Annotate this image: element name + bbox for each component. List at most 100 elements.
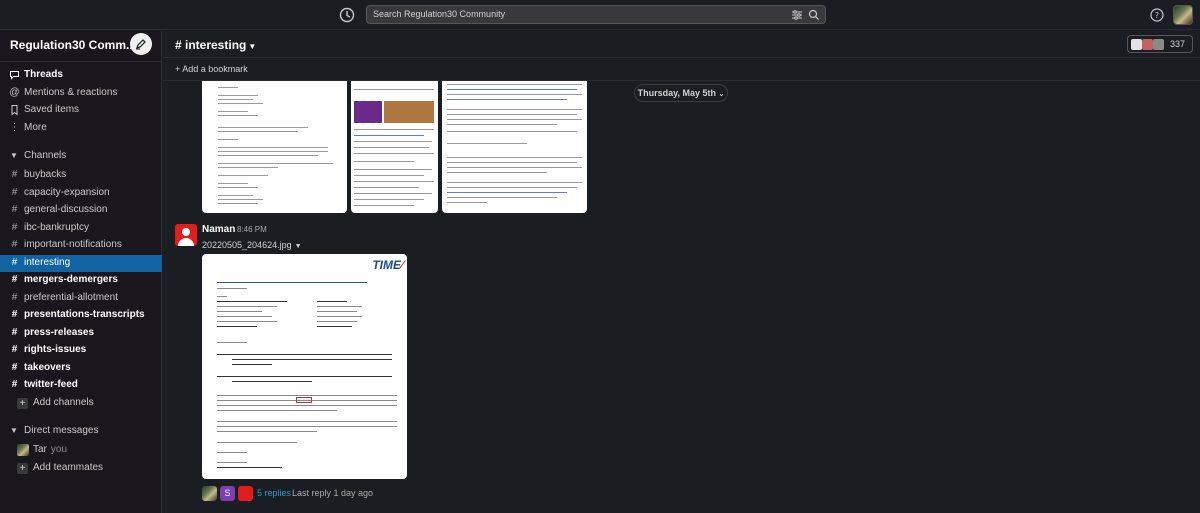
reply-avatar: S	[220, 486, 235, 501]
hash-icon: #	[11, 326, 18, 338]
reply-count-link[interactable]: 5 replies	[257, 488, 291, 498]
hash-icon: #	[11, 239, 18, 250]
hash-icon: #	[11, 344, 18, 355]
sidebar-item-preferential-allotment[interactable]: # preferential-allotment	[0, 290, 162, 308]
you-label: you	[50, 444, 68, 455]
reply-avatar	[202, 486, 217, 501]
member-avatar	[1142, 39, 1153, 50]
sidebar: Regulation30 Comm...▼ Threads @ Mentions…	[0, 31, 162, 513]
highlight-box	[296, 397, 312, 403]
channel-label: twitter-feed	[24, 379, 78, 390]
svg-text:?: ?	[1155, 11, 1159, 20]
add-teammates-label: Add teammates	[33, 462, 104, 473]
sidebar-item-more[interactable]: ⋮ More	[0, 120, 162, 138]
last-reply-text: Last reply 1 day ago	[292, 488, 374, 498]
sidebar-item-press-releases[interactable]: # press-releases	[0, 325, 162, 343]
sidebar-item-general-discussion[interactable]: # general-discussion	[0, 202, 162, 220]
channel-label: rights-issues	[24, 344, 87, 355]
sidebar-item-mergers-demergers[interactable]: # mergers-demergers	[0, 272, 162, 290]
sidebar-item-twitter-feed[interactable]: # twitter-feed	[0, 377, 162, 395]
sidebar-item-saved[interactable]: Saved items	[0, 102, 162, 120]
time-logo: TIME⁄	[372, 258, 403, 272]
article-photo	[384, 101, 434, 123]
top-bar: Search Regulation30 Community ?	[0, 0, 1200, 30]
member-avatar	[1153, 39, 1164, 50]
dm-item-self[interactable]: Tar you	[0, 442, 162, 460]
user-avatar[interactable]	[1173, 5, 1193, 25]
hash-icon: #	[11, 274, 18, 285]
sidebar-item-presentations-transcripts[interactable]: # presentations-transcripts	[0, 307, 162, 325]
hash-icon: #	[11, 204, 18, 215]
search-icon[interactable]	[808, 9, 820, 21]
channel-header: # interesting ▼ 337	[163, 31, 1200, 58]
avatar[interactable]	[175, 224, 197, 246]
bookmark-bar: + Add a bookmark	[163, 59, 1200, 81]
file-name-label: 20220505_204624.jpg	[202, 240, 292, 250]
channel-name: # interesting	[175, 38, 247, 52]
hash-icon: #	[11, 309, 18, 320]
sidebar-item-threads[interactable]: Threads	[0, 67, 162, 85]
workspace-name[interactable]: Regulation30 Comm...▼	[10, 38, 147, 52]
members-button[interactable]: 337	[1127, 35, 1193, 53]
sidebar-item-interesting[interactable]: # interesting	[0, 254, 162, 272]
sidebar-item-capacity-expansion[interactable]: # capacity-expansion	[0, 185, 162, 203]
sidebar-item-important-notifications[interactable]: # important-notifications	[0, 237, 162, 255]
channel-label: buybacks	[24, 169, 67, 180]
date-divider[interactable]: Thursday, May 5th ⌄	[634, 84, 728, 102]
hash-icon: #	[11, 256, 18, 268]
image-attachment[interactable]	[351, 81, 438, 213]
reply-avatar	[238, 486, 253, 501]
help-icon[interactable]: ?	[1150, 8, 1164, 22]
add-bookmark-label: Add a bookmark	[182, 64, 248, 74]
add-channels-button[interactable]: + Add channels	[0, 395, 162, 413]
hash-icon: #	[11, 169, 18, 180]
date-label: Thursday, May 5th	[637, 88, 716, 98]
avatar	[17, 444, 29, 456]
sidebar-item-rights-issues[interactable]: # rights-issues	[0, 342, 162, 360]
channel-label: important-notifications	[24, 239, 122, 250]
sidebar-item-takeovers[interactable]: # takeovers	[0, 360, 162, 378]
channel-label: takeovers	[24, 361, 71, 373]
sidebar-item-mentions[interactable]: @ Mentions & reactions	[0, 85, 162, 103]
workspace-name-label: Regulation30 Comm...	[10, 38, 137, 52]
dm-section-header[interactable]: ▼ Direct messages	[0, 423, 162, 440]
thread-replies[interactable]: S 5 replies Last reply 1 day ago	[202, 486, 402, 502]
chevron-down-icon: ⌄	[718, 91, 725, 98]
message-author[interactable]: Naman	[202, 224, 235, 235]
file-name[interactable]: 20220505_204624.jpg ▼	[202, 240, 302, 250]
search-placeholder: Search Regulation30 Community	[373, 9, 506, 19]
section-label: Channels	[24, 150, 67, 161]
channel-label: interesting	[24, 256, 71, 268]
search-bar[interactable]: Search Regulation30 Community	[366, 5, 826, 24]
caret-down-icon: ▼	[10, 426, 18, 435]
filter-icon[interactable]	[791, 9, 803, 21]
image-attachment[interactable]	[442, 81, 587, 213]
image-attachment[interactable]	[202, 81, 347, 213]
channels-section-header[interactable]: ▼ Channels	[0, 148, 162, 165]
plus-icon: +	[17, 397, 28, 409]
sidebar-item-label: More	[24, 121, 47, 133]
channel-label: preferential-allotment	[24, 291, 118, 303]
channel-title[interactable]: # interesting ▼	[175, 38, 256, 52]
at-icon: @	[9, 86, 20, 98]
add-bookmark-button[interactable]: + Add a bookmark	[175, 64, 248, 74]
add-teammates-button[interactable]: + Add teammates	[0, 460, 162, 478]
sidebar-item-buybacks[interactable]: # buybacks	[0, 167, 162, 185]
channel-view: # interesting ▼ 337 + Add a bookmark Thu…	[163, 31, 1200, 513]
sidebar-item-ibc-bankruptcy[interactable]: # ibc-bankruptcy	[0, 220, 162, 238]
clock-icon[interactable]	[338, 6, 356, 24]
channel-label: press-releases	[24, 326, 95, 338]
image-attachment[interactable]: TIME⁄	[202, 254, 407, 479]
threads-icon	[10, 71, 19, 80]
bookmark-icon	[11, 105, 18, 116]
hash-icon: #	[11, 186, 18, 198]
sidebar-item-label: Threads	[24, 69, 63, 80]
chevron-down-icon: ▼	[248, 42, 257, 51]
channel-label: ibc-bankruptcy	[24, 221, 90, 233]
hash-icon: #	[11, 291, 18, 303]
message-timestamp[interactable]: 8:46 PM	[237, 225, 267, 234]
channel-label: capacity-expansion	[24, 186, 110, 198]
compose-button[interactable]	[130, 33, 152, 55]
channel-label: general-discussion	[24, 204, 108, 215]
article-photo	[354, 101, 382, 123]
